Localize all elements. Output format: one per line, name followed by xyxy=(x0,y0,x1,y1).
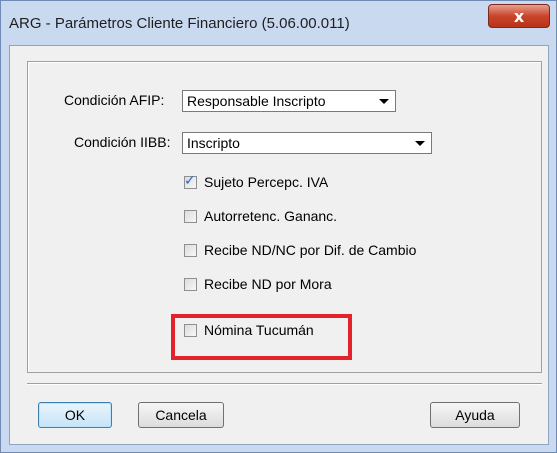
checkbox-label: Autorretenc. Gananc. xyxy=(204,208,338,224)
iibb-select[interactable]: Inscripto xyxy=(182,132,432,154)
afip-label: Condición AFIP: xyxy=(64,92,165,108)
checkbox-recibe-nd-nc-dif-cambio[interactable]: Recibe ND/NC por Dif. de Cambio xyxy=(184,242,484,262)
checkbox-box[interactable] xyxy=(184,278,197,291)
afip-select-value: Responsable Inscripto xyxy=(187,93,326,109)
title-bar: ARG - Parámetros Cliente Financiero (5.0… xyxy=(1,1,556,33)
cancel-button[interactable]: Cancela xyxy=(138,402,224,428)
chevron-down-icon xyxy=(415,141,425,146)
checkbox-sujeto-percepc-iva[interactable]: ✓ Sujeto Percepc. IVA xyxy=(184,173,424,194)
iibb-select-value: Inscripto xyxy=(187,135,240,151)
dialog-window: ARG - Parámetros Cliente Financiero (5.0… xyxy=(0,0,557,453)
checkbox-label: Recibe ND por Mora xyxy=(204,276,332,292)
checkbox-autorretenc-gananc[interactable]: Autorretenc. Gananc. xyxy=(184,208,424,228)
afip-select[interactable]: Responsable Inscripto xyxy=(182,90,396,112)
parameters-group: Condición AFIP: Responsable Inscripto Co… xyxy=(27,61,542,373)
checkbox-box[interactable] xyxy=(184,210,197,223)
divider xyxy=(27,383,542,385)
checkbox-label: Sujeto Percepc. IVA xyxy=(204,174,329,190)
help-button[interactable]: Ayuda xyxy=(430,402,520,428)
close-icon: x xyxy=(513,6,525,26)
dialog-client-area: Condición AFIP: Responsable Inscripto Co… xyxy=(9,45,549,445)
close-button[interactable]: x xyxy=(488,4,550,28)
checkbox-label: Recibe ND/NC por Dif. de Cambio xyxy=(204,242,417,258)
chevron-down-icon xyxy=(379,99,389,104)
ok-button[interactable]: OK xyxy=(38,402,112,428)
iibb-label: Condición IIBB: xyxy=(74,134,171,150)
checkbox-box[interactable] xyxy=(184,244,197,257)
highlight-annotation-box xyxy=(171,314,352,360)
checkbox-box[interactable]: ✓ xyxy=(184,173,197,189)
check-mark-icon: ✓ xyxy=(184,173,196,189)
checkbox-recibe-nd-por-mora[interactable]: Recibe ND por Mora xyxy=(184,276,424,296)
window-title: ARG - Parámetros Cliente Financiero (5.0… xyxy=(9,15,350,32)
